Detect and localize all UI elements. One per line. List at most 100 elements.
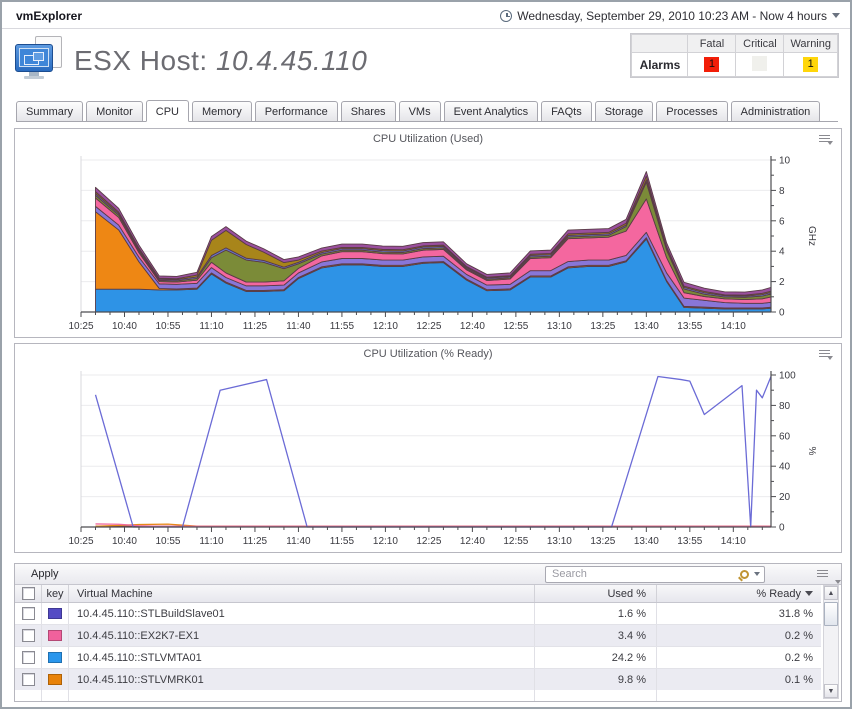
svg-text:%: % [806,447,817,456]
svg-text:10:40: 10:40 [112,321,137,332]
svg-text:10:40: 10:40 [112,536,137,547]
svg-text:13:40: 13:40 [634,321,659,332]
svg-text:14:10: 14:10 [721,321,746,332]
search-input[interactable] [552,568,740,580]
chart-title-ready: CPU Utilization (% Ready) [15,348,841,360]
page-title: ESX Host: 10.4.45.110 [74,45,367,77]
svg-text:14:10: 14:10 [721,536,746,547]
svg-text:13:10: 13:10 [547,321,572,332]
cpu-used-chart-panel: CPU Utilization (Used) 10:2510:4010:5511… [14,128,842,338]
chart-menu-icon[interactable] [819,133,833,145]
tab-processes[interactable]: Processes [656,101,727,122]
search-options-caret-icon[interactable] [754,572,760,576]
tab-summary[interactable]: Summary [16,101,83,122]
column-header-ready[interactable]: % Ready [657,585,821,602]
alarms-label: Alarms [632,53,688,77]
svg-text:11:55: 11:55 [330,321,355,332]
critical-alarm-badge[interactable] [752,56,767,71]
svg-text:12:25: 12:25 [416,536,441,547]
tab-administration[interactable]: Administration [731,101,821,122]
esx-host-icon [15,36,65,80]
svg-text:10:55: 10:55 [155,321,180,332]
table-toolbar: Apply [15,564,841,585]
svg-text:0: 0 [779,308,785,319]
sort-desc-icon [805,591,813,596]
svg-text:13:25: 13:25 [590,321,615,332]
used-percent: 1.6 % [535,603,657,624]
table-menu-icon[interactable] [817,568,831,580]
scroll-up-icon[interactable]: ▲ [824,586,838,600]
ready-percent: 0.2 % [657,647,821,668]
cpu-ready-chart-panel: CPU Utilization (% Ready) 10:2510:4010:5… [14,343,842,553]
used-percent: 24.2 % [535,647,657,668]
svg-text:11:55: 11:55 [330,536,355,547]
tab-monitor[interactable]: Monitor [86,101,143,122]
cpu-used-chart: 10:2510:4010:5511:1011:2511:4011:5512:10… [15,148,841,338]
tab-vms[interactable]: VMs [399,101,441,122]
svg-text:13:40: 13:40 [634,536,659,547]
column-header-vm[interactable]: Virtual Machine [69,585,535,602]
select-all-checkbox[interactable] [22,587,35,600]
vm-name: 10.4.45.110::STLVMRK01 [69,669,535,690]
scrollbar-thumb[interactable] [824,602,838,626]
vm-table-panel: Apply key Virtual Machine Used % % Ready… [14,563,842,702]
tab-storage[interactable]: Storage [595,101,654,122]
svg-text:100: 100 [779,371,796,382]
chevron-down-icon [832,13,840,18]
row-checkbox[interactable] [22,673,35,686]
row-checkbox[interactable] [22,629,35,642]
svg-text:10: 10 [779,156,791,167]
key-swatch [48,674,62,685]
tab-faqts[interactable]: FAQts [541,101,592,122]
svg-text:11:40: 11:40 [286,321,311,332]
table-row[interactable]: 10.4.45.110::EX2K7-EX1 3.4 % 0.2 % [15,625,821,647]
tab-performance[interactable]: Performance [255,101,338,122]
warning-alarm-badge[interactable]: 1 [803,57,818,72]
apply-button[interactable]: Apply [31,568,59,580]
svg-text:10:25: 10:25 [68,321,93,332]
svg-text:13:10: 13:10 [547,536,572,547]
svg-text:11:25: 11:25 [243,536,268,547]
table-row[interactable]: 10.4.45.110::STLVMTA01 24.2 % 0.2 % [15,647,821,669]
tab-strip: Summary Monitor CPU Memory Performance S… [16,99,838,122]
svg-text:13:55: 13:55 [677,321,702,332]
chart-menu-icon[interactable] [819,348,833,360]
svg-text:13:25: 13:25 [590,536,615,547]
tab-shares[interactable]: Shares [341,101,396,122]
svg-text:8: 8 [779,186,785,197]
tab-memory[interactable]: Memory [192,101,252,122]
svg-text:6: 6 [779,216,785,227]
table-row[interactable]: 10.4.45.110::STLBuildSlave01 1.6 % 31.8 … [15,603,821,625]
svg-text:12:10: 12:10 [373,536,398,547]
search-icon[interactable] [740,570,749,579]
svg-text:12:25: 12:25 [416,321,441,332]
svg-text:11:10: 11:10 [199,536,224,547]
used-percent: 9.8 % [535,669,657,690]
tab-event-analytics[interactable]: Event Analytics [444,101,539,122]
time-range-selector[interactable]: Wednesday, September 29, 2010 10:23 AM -… [500,2,840,29]
svg-text:0: 0 [779,523,785,534]
table-scrollbar[interactable]: ▲ ▼ [823,585,839,699]
tab-cpu[interactable]: CPU [146,100,189,122]
svg-text:20: 20 [779,492,791,503]
row-checkbox[interactable] [22,651,35,664]
table-row[interactable]: 10.4.45.110::STLVMRK01 9.8 % 0.1 % [15,669,821,691]
svg-text:4: 4 [779,247,785,258]
column-header-key[interactable]: key [42,585,69,602]
svg-text:2: 2 [779,277,785,288]
ready-percent: 31.8 % [657,603,821,624]
svg-text:13:55: 13:55 [677,536,702,547]
column-header-used[interactable]: Used % [535,585,657,602]
scroll-down-icon[interactable]: ▼ [824,684,838,698]
fatal-alarm-badge[interactable]: 1 [704,57,719,72]
svg-text:10:55: 10:55 [155,536,180,547]
row-checkbox[interactable] [22,607,35,620]
table-header: key Virtual Machine Used % % Ready [15,585,821,603]
vmexplorer-page: vmExplorer Wednesday, September 29, 2010… [0,0,852,709]
vm-name: 10.4.45.110::EX2K7-EX1 [69,625,535,646]
svg-text:12:40: 12:40 [460,321,485,332]
alarms-summary: Fatal Critical Warning Alarms 1 1 [630,33,839,78]
key-swatch [48,630,62,641]
alarms-col-fatal: Fatal [688,35,736,53]
alarms-col-warning: Warning [784,35,838,53]
